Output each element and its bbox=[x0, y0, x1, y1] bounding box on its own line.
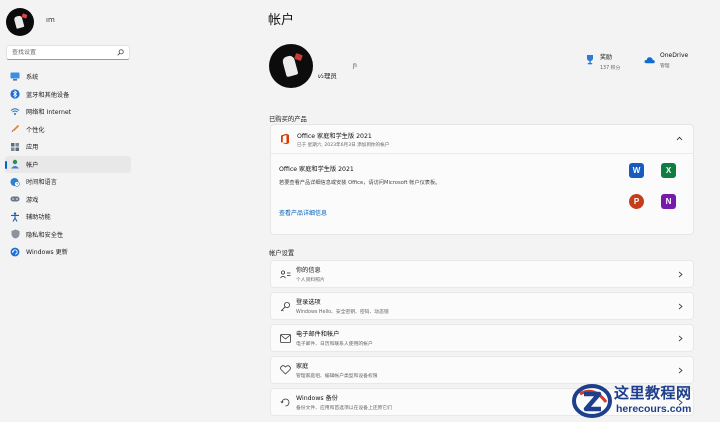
settings-row-email-accounts[interactable]: 电子邮件和帐户 电子邮件、日历和联系人使用的帐户 bbox=[270, 324, 694, 352]
row-title: 家庭 bbox=[296, 363, 309, 370]
rewards-points: 137 积分 bbox=[600, 66, 621, 71]
sidebar-item-network[interactable]: 网络和 Internet bbox=[5, 103, 131, 121]
sidebar: ım 系统 蓝牙和其他设备 网络和 Internet 个性化 应用 bbox=[0, 0, 140, 422]
sidebar-item-bluetooth[interactable]: 蓝牙和其他设备 bbox=[5, 86, 131, 104]
sidebar-item-privacy[interactable]: 隐私和安全性 bbox=[5, 226, 131, 244]
settings-row-sign-in-options[interactable]: 登录选项 Windows Hello、安全密钥、密码、动态锁 bbox=[270, 292, 694, 320]
globe-clock-icon bbox=[10, 177, 20, 187]
sidebar-item-label: 蓝牙和其他设备 bbox=[26, 91, 70, 99]
onedrive-title: OneDrive bbox=[660, 52, 689, 59]
row-title: 登录选项 bbox=[296, 299, 321, 306]
wifi-icon bbox=[10, 107, 20, 117]
purchased-products-label: 已购买的产品 bbox=[269, 116, 307, 123]
chevron-right-icon bbox=[678, 335, 683, 342]
sidebar-item-gaming[interactable]: 游戏 bbox=[5, 191, 131, 209]
site-watermark: 这里教程网 herecours.com bbox=[572, 378, 720, 422]
chevron-right-icon bbox=[678, 367, 683, 374]
sidebar-item-accessibility[interactable]: 辅助功能 bbox=[5, 208, 131, 226]
sidebar-item-label: 辅助功能 bbox=[26, 214, 51, 222]
search-box[interactable] bbox=[6, 45, 130, 60]
sidebar-item-label: 应用 bbox=[26, 144, 39, 152]
excel-icon: X bbox=[661, 163, 676, 178]
key-icon bbox=[280, 301, 291, 312]
update-icon bbox=[10, 247, 20, 257]
chevron-up-icon[interactable] bbox=[676, 136, 683, 141]
chevron-right-icon bbox=[678, 303, 683, 310]
sidebar-item-label: 时间和语言 bbox=[26, 179, 57, 187]
office-added-date: 已于 星期六, 2023年6月3日 添加到你的帐户 bbox=[297, 142, 390, 148]
sidebar-item-label: 游戏 bbox=[26, 196, 39, 204]
word-icon: W bbox=[629, 163, 644, 178]
account-settings-label: 帐户设置 bbox=[269, 250, 295, 257]
sidebar-item-label: Windows 更新 bbox=[26, 249, 68, 257]
sidebar-nav: 系统 蓝牙和其他设备 网络和 Internet 个性化 应用 帐户 时间和语言 bbox=[5, 68, 131, 261]
avatar[interactable] bbox=[6, 8, 34, 36]
rewards-title: 奖励 bbox=[600, 54, 613, 61]
mail-icon bbox=[280, 333, 291, 344]
sidebar-item-label: 帐户 bbox=[26, 161, 39, 169]
gamepad-icon bbox=[10, 194, 20, 204]
row-subtitle: 电子邮件、日历和联系人使用的帐户 bbox=[296, 342, 373, 347]
row-subtitle: Windows Hello、安全密钥、密码、动态锁 bbox=[296, 310, 389, 315]
settings-row-your-info[interactable]: 你的信息 个人资料照片 bbox=[270, 260, 694, 288]
office-product-title: Office 家庭和学生版 2021 bbox=[297, 132, 372, 140]
accessibility-icon bbox=[10, 212, 20, 222]
sidebar-item-label: 系统 bbox=[26, 74, 39, 82]
sidebar-item-label: 隐私和安全性 bbox=[26, 231, 64, 239]
profile-avatar bbox=[269, 44, 313, 88]
row-subtitle: 备份文件、应用和首选项以在设备上还原它们 bbox=[296, 406, 392, 411]
onedrive-link[interactable]: OneDrive 管理 bbox=[644, 52, 688, 69]
watermark-url: herecours.com bbox=[616, 403, 692, 415]
row-subtitle: 个人资料照片 bbox=[296, 278, 325, 283]
office-description: 若要查看产品详细信息或安装 Office，请访问Microsoft 帐户仪表板。 bbox=[279, 180, 441, 186]
office-body-title: Office 家庭和学生版 2021 bbox=[279, 166, 354, 173]
row-title: 你的信息 bbox=[296, 267, 321, 274]
sidebar-item-apps[interactable]: 应用 bbox=[5, 138, 131, 156]
row-subtitle: 管理家庭组、编辑帐户类型和设备权限 bbox=[296, 374, 378, 379]
office-icon bbox=[281, 133, 289, 145]
sidebar-item-accounts[interactable]: 帐户 bbox=[5, 155, 131, 173]
row-title: Windows 备份 bbox=[296, 395, 338, 402]
main-content: 帐户 ι⁄₂理员 ɲ 奖励 137 积分 OneDrive 管理 已购买的产品 … bbox=[268, 0, 710, 422]
search-input[interactable] bbox=[12, 49, 116, 56]
sidebar-item-windows-update[interactable]: Windows 更新 bbox=[5, 243, 131, 261]
office-product-card: Office 家庭和学生版 2021 已于 星期六, 2023年6月3日 添加到… bbox=[270, 124, 694, 235]
bluetooth-icon bbox=[10, 89, 20, 99]
apps-icon bbox=[10, 142, 20, 152]
chevron-right-icon bbox=[678, 271, 683, 278]
watermark-title: 这里教程网 bbox=[614, 384, 692, 402]
user-name: ım bbox=[46, 16, 55, 24]
office-card-header[interactable]: Office 家庭和学生版 2021 已于 星期六, 2023年6月3日 添加到… bbox=[271, 125, 693, 154]
view-product-details-link[interactable]: 查看产品详细信息 bbox=[279, 208, 327, 217]
profile-mark: ɲ bbox=[353, 62, 357, 69]
rewards-link[interactable]: 奖励 137 积分 bbox=[584, 52, 620, 71]
cloud-icon bbox=[644, 54, 655, 65]
sidebar-item-time-language[interactable]: 时间和语言 bbox=[5, 173, 131, 191]
backup-icon bbox=[280, 397, 291, 408]
profile-name: ι⁄₂理员 bbox=[318, 72, 337, 80]
person-icon bbox=[10, 159, 20, 169]
sidebar-item-system[interactable]: 系统 bbox=[5, 68, 131, 86]
user-header[interactable]: ım bbox=[6, 8, 55, 36]
monitor-icon bbox=[10, 72, 20, 82]
heart-icon bbox=[280, 365, 291, 376]
profile-block: ι⁄₂理员 ɲ bbox=[269, 44, 357, 88]
trophy-icon bbox=[584, 54, 595, 65]
sidebar-item-label: 网络和 Internet bbox=[26, 109, 72, 117]
page-title: 帐户 bbox=[268, 13, 295, 28]
sidebar-item-label: 个性化 bbox=[26, 126, 45, 134]
shield-icon bbox=[10, 229, 20, 239]
search-icon[interactable] bbox=[116, 49, 124, 57]
sidebar-item-personalization[interactable]: 个性化 bbox=[5, 121, 131, 139]
watermark-logo-icon bbox=[572, 384, 612, 418]
brush-icon bbox=[10, 124, 20, 134]
onenote-icon: N bbox=[661, 194, 676, 209]
office-card-body: Office 家庭和学生版 2021 若要查看产品详细信息或安装 Office，… bbox=[271, 154, 693, 217]
powerpoint-icon: P bbox=[629, 194, 644, 209]
row-title: 电子邮件和帐户 bbox=[296, 331, 340, 338]
user-card-icon bbox=[280, 269, 291, 280]
onedrive-manage: 管理 bbox=[660, 64, 670, 69]
